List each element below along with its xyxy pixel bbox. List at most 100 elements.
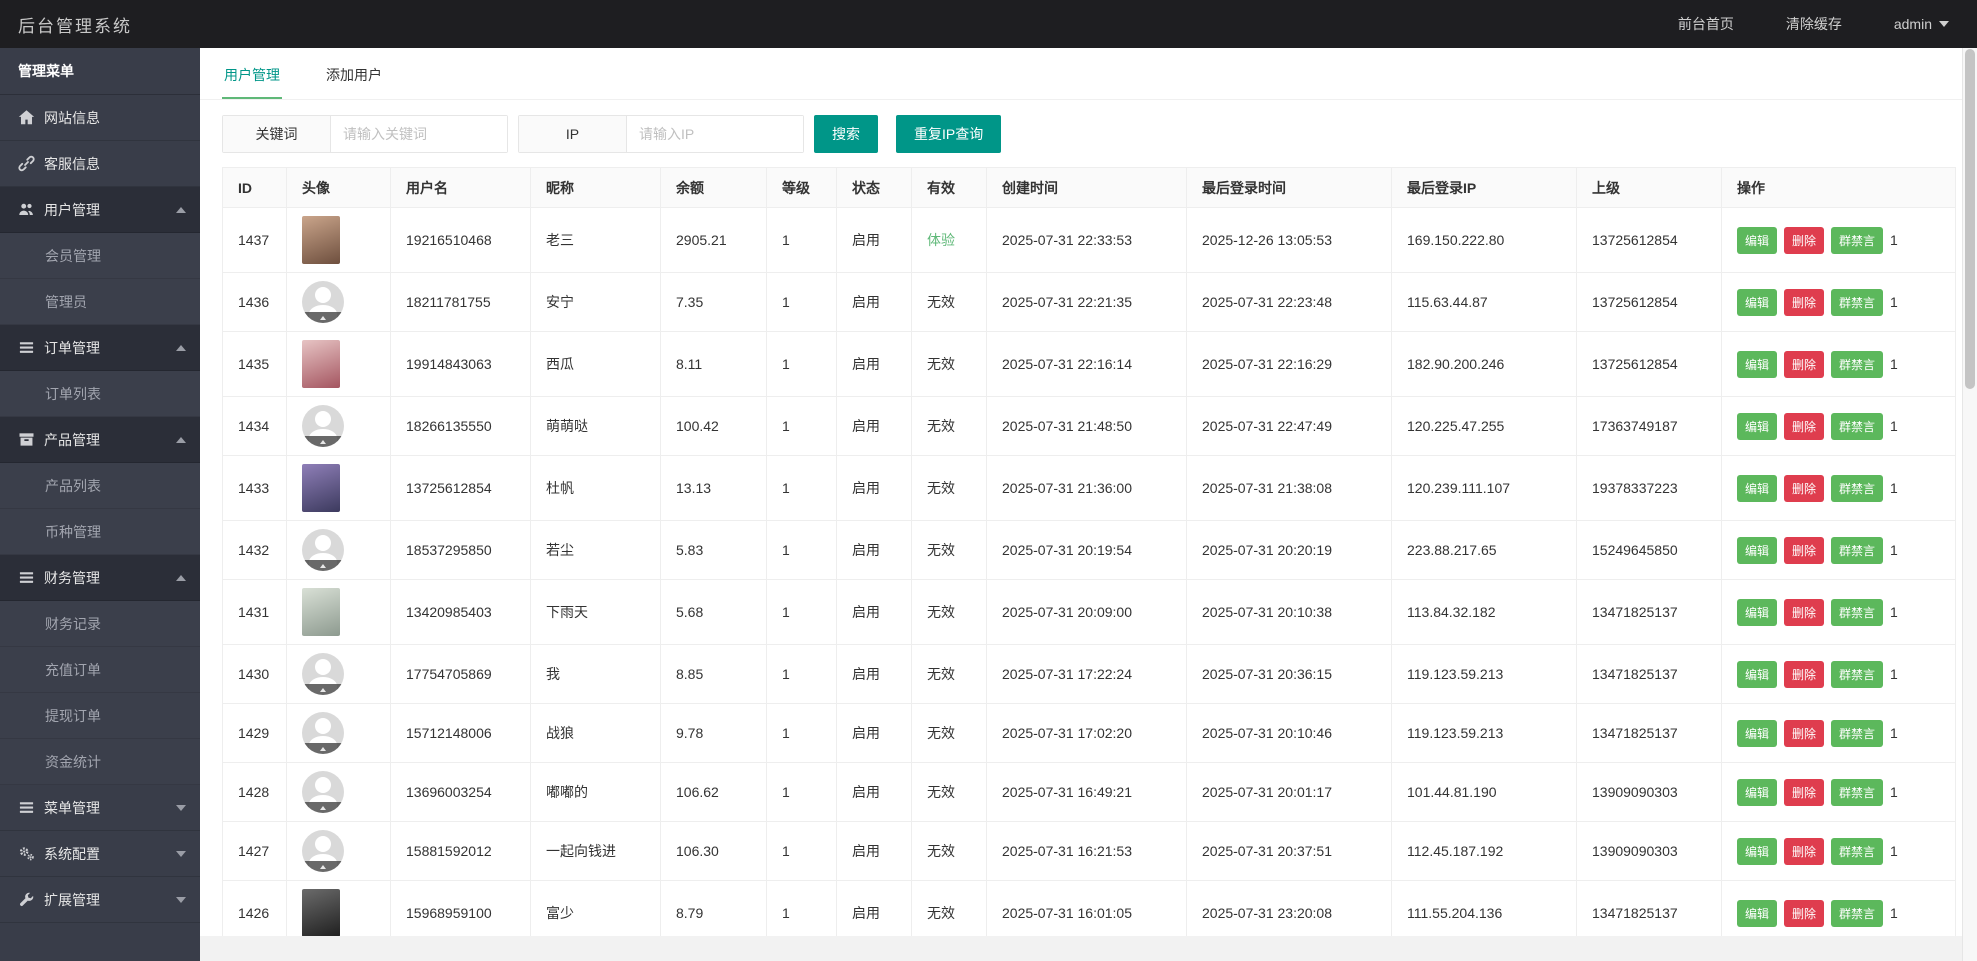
- sidebar-subitem-product-list[interactable]: 产品列表: [0, 463, 200, 509]
- avatar[interactable]: [302, 653, 344, 695]
- edit-button[interactable]: 编辑: [1737, 227, 1777, 254]
- edit-button[interactable]: 编辑: [1737, 599, 1777, 626]
- menu-icon: [18, 339, 35, 356]
- mute-button[interactable]: 群禁言: [1831, 351, 1883, 378]
- cell-actions: 编辑删除群禁言1: [1722, 822, 1956, 881]
- mute-button[interactable]: 群禁言: [1831, 779, 1883, 806]
- filter-bar: 关键词 IP 搜索 重复IP查询: [222, 115, 1955, 153]
- tab-user-management[interactable]: 用户管理: [222, 65, 282, 99]
- cell-status: 启用: [837, 273, 912, 332]
- mute-button[interactable]: 群禁言: [1831, 599, 1883, 626]
- avatar[interactable]: [302, 889, 340, 936]
- cell-level: 1: [767, 332, 837, 397]
- cell-parent: 13471825137: [1577, 645, 1722, 704]
- sidebar-item-site-info[interactable]: 网站信息: [0, 95, 200, 141]
- tab-add-user[interactable]: 添加用户: [324, 65, 384, 99]
- mute-button[interactable]: 群禁言: [1831, 720, 1883, 747]
- cell-parent: 17363749187: [1577, 397, 1722, 456]
- menu-icon: [18, 569, 35, 586]
- cell-balance: 5.83: [661, 521, 767, 580]
- delete-button[interactable]: 删除: [1784, 779, 1824, 806]
- cell-actions: 编辑删除群禁言1: [1722, 273, 1956, 332]
- mute-button[interactable]: 群禁言: [1831, 475, 1883, 502]
- action-suffix: 1: [1890, 604, 1898, 620]
- delete-button[interactable]: 删除: [1784, 351, 1824, 378]
- delete-button[interactable]: 删除: [1784, 475, 1824, 502]
- delete-button[interactable]: 删除: [1784, 720, 1824, 747]
- avatar[interactable]: [302, 216, 340, 264]
- delete-button[interactable]: 删除: [1784, 413, 1824, 440]
- valid-badge: 无效: [927, 905, 955, 921]
- scrollbar-thumb[interactable]: [1965, 49, 1975, 389]
- sidebar-item-finance-management[interactable]: 财务管理: [0, 555, 200, 601]
- delete-button[interactable]: 删除: [1784, 838, 1824, 865]
- sidebar-subitem-member-management[interactable]: 会员管理: [0, 233, 200, 279]
- edit-button[interactable]: 编辑: [1737, 289, 1777, 316]
- cell-parent: 13725612854: [1577, 332, 1722, 397]
- mute-button[interactable]: 群禁言: [1831, 661, 1883, 688]
- avatar[interactable]: [302, 281, 344, 323]
- sidebar-subitem-order-list[interactable]: 订单列表: [0, 371, 200, 417]
- sidebar-item-menu-management[interactable]: 菜单管理: [0, 785, 200, 831]
- sidebar-subitem-funds-statistics[interactable]: 资金统计: [0, 739, 200, 785]
- sidebar-item-label: 用户管理: [44, 200, 100, 220]
- caret-down-icon: [176, 805, 186, 811]
- avatar[interactable]: [302, 588, 340, 636]
- avatar[interactable]: [302, 529, 344, 571]
- edit-button[interactable]: 编辑: [1737, 413, 1777, 440]
- keyword-input[interactable]: [331, 116, 507, 152]
- edit-button[interactable]: 编辑: [1737, 351, 1777, 378]
- mute-button[interactable]: 群禁言: [1831, 413, 1883, 440]
- mute-button[interactable]: 群禁言: [1831, 289, 1883, 316]
- nav-link-front-home[interactable]: 前台首页: [1678, 14, 1734, 34]
- vertical-scrollbar[interactable]: [1962, 48, 1977, 961]
- edit-button[interactable]: 编辑: [1737, 537, 1777, 564]
- dup-ip-search-button[interactable]: 重复IP查询: [896, 115, 1001, 153]
- sidebar-item-product-management[interactable]: 产品管理: [0, 417, 200, 463]
- avatar[interactable]: [302, 340, 340, 388]
- delete-button[interactable]: 删除: [1784, 599, 1824, 626]
- delete-button[interactable]: 删除: [1784, 537, 1824, 564]
- cell-username: 18537295850: [391, 521, 531, 580]
- ip-input[interactable]: [627, 116, 803, 152]
- edit-button[interactable]: 编辑: [1737, 838, 1777, 865]
- delete-button[interactable]: 删除: [1784, 289, 1824, 316]
- cell-username: 19216510468: [391, 208, 531, 273]
- valid-badge: 无效: [927, 418, 955, 434]
- avatar[interactable]: [302, 771, 344, 813]
- sidebar-subitem-finance-records[interactable]: 财务记录: [0, 601, 200, 647]
- avatar-upload-icon: [302, 560, 344, 571]
- avatar[interactable]: [302, 830, 344, 872]
- sidebar-item-system-config[interactable]: 系统配置: [0, 831, 200, 877]
- delete-button[interactable]: 删除: [1784, 900, 1824, 927]
- edit-button[interactable]: 编辑: [1737, 475, 1777, 502]
- edit-button[interactable]: 编辑: [1737, 661, 1777, 688]
- mute-button[interactable]: 群禁言: [1831, 900, 1883, 927]
- mute-button[interactable]: 群禁言: [1831, 537, 1883, 564]
- edit-button[interactable]: 编辑: [1737, 900, 1777, 927]
- mute-button[interactable]: 群禁言: [1831, 227, 1883, 254]
- mute-button[interactable]: 群禁言: [1831, 838, 1883, 865]
- cell-level: 1: [767, 580, 837, 645]
- sidebar-subitem-withdraw-orders[interactable]: 提现订单: [0, 693, 200, 739]
- sidebar-item-customer-service[interactable]: 客服信息: [0, 141, 200, 187]
- edit-button[interactable]: 编辑: [1737, 720, 1777, 747]
- sidebar-item-extension-management[interactable]: 扩展管理: [0, 877, 200, 923]
- sidebar-item-user-management[interactable]: 用户管理: [0, 187, 200, 233]
- menu-icon: [18, 799, 35, 816]
- avatar[interactable]: [302, 712, 344, 754]
- user-menu[interactable]: admin: [1894, 16, 1949, 32]
- edit-button[interactable]: 编辑: [1737, 779, 1777, 806]
- sidebar-item-order-management[interactable]: 订单管理: [0, 325, 200, 371]
- cell-nickname: 我: [531, 645, 661, 704]
- delete-button[interactable]: 删除: [1784, 661, 1824, 688]
- avatar[interactable]: [302, 464, 340, 512]
- delete-button[interactable]: 删除: [1784, 227, 1824, 254]
- sidebar-subitem-recharge-orders[interactable]: 充值订单: [0, 647, 200, 693]
- sidebar-subitem-admin-list[interactable]: 管理员: [0, 279, 200, 325]
- table-row: 142715881592012一起向钱进106.301启用无效2025-07-3…: [223, 822, 1956, 881]
- sidebar-subitem-currency-management[interactable]: 币种管理: [0, 509, 200, 555]
- nav-link-clear-cache[interactable]: 清除缓存: [1786, 14, 1842, 34]
- avatar[interactable]: [302, 405, 344, 447]
- search-button[interactable]: 搜索: [814, 115, 878, 153]
